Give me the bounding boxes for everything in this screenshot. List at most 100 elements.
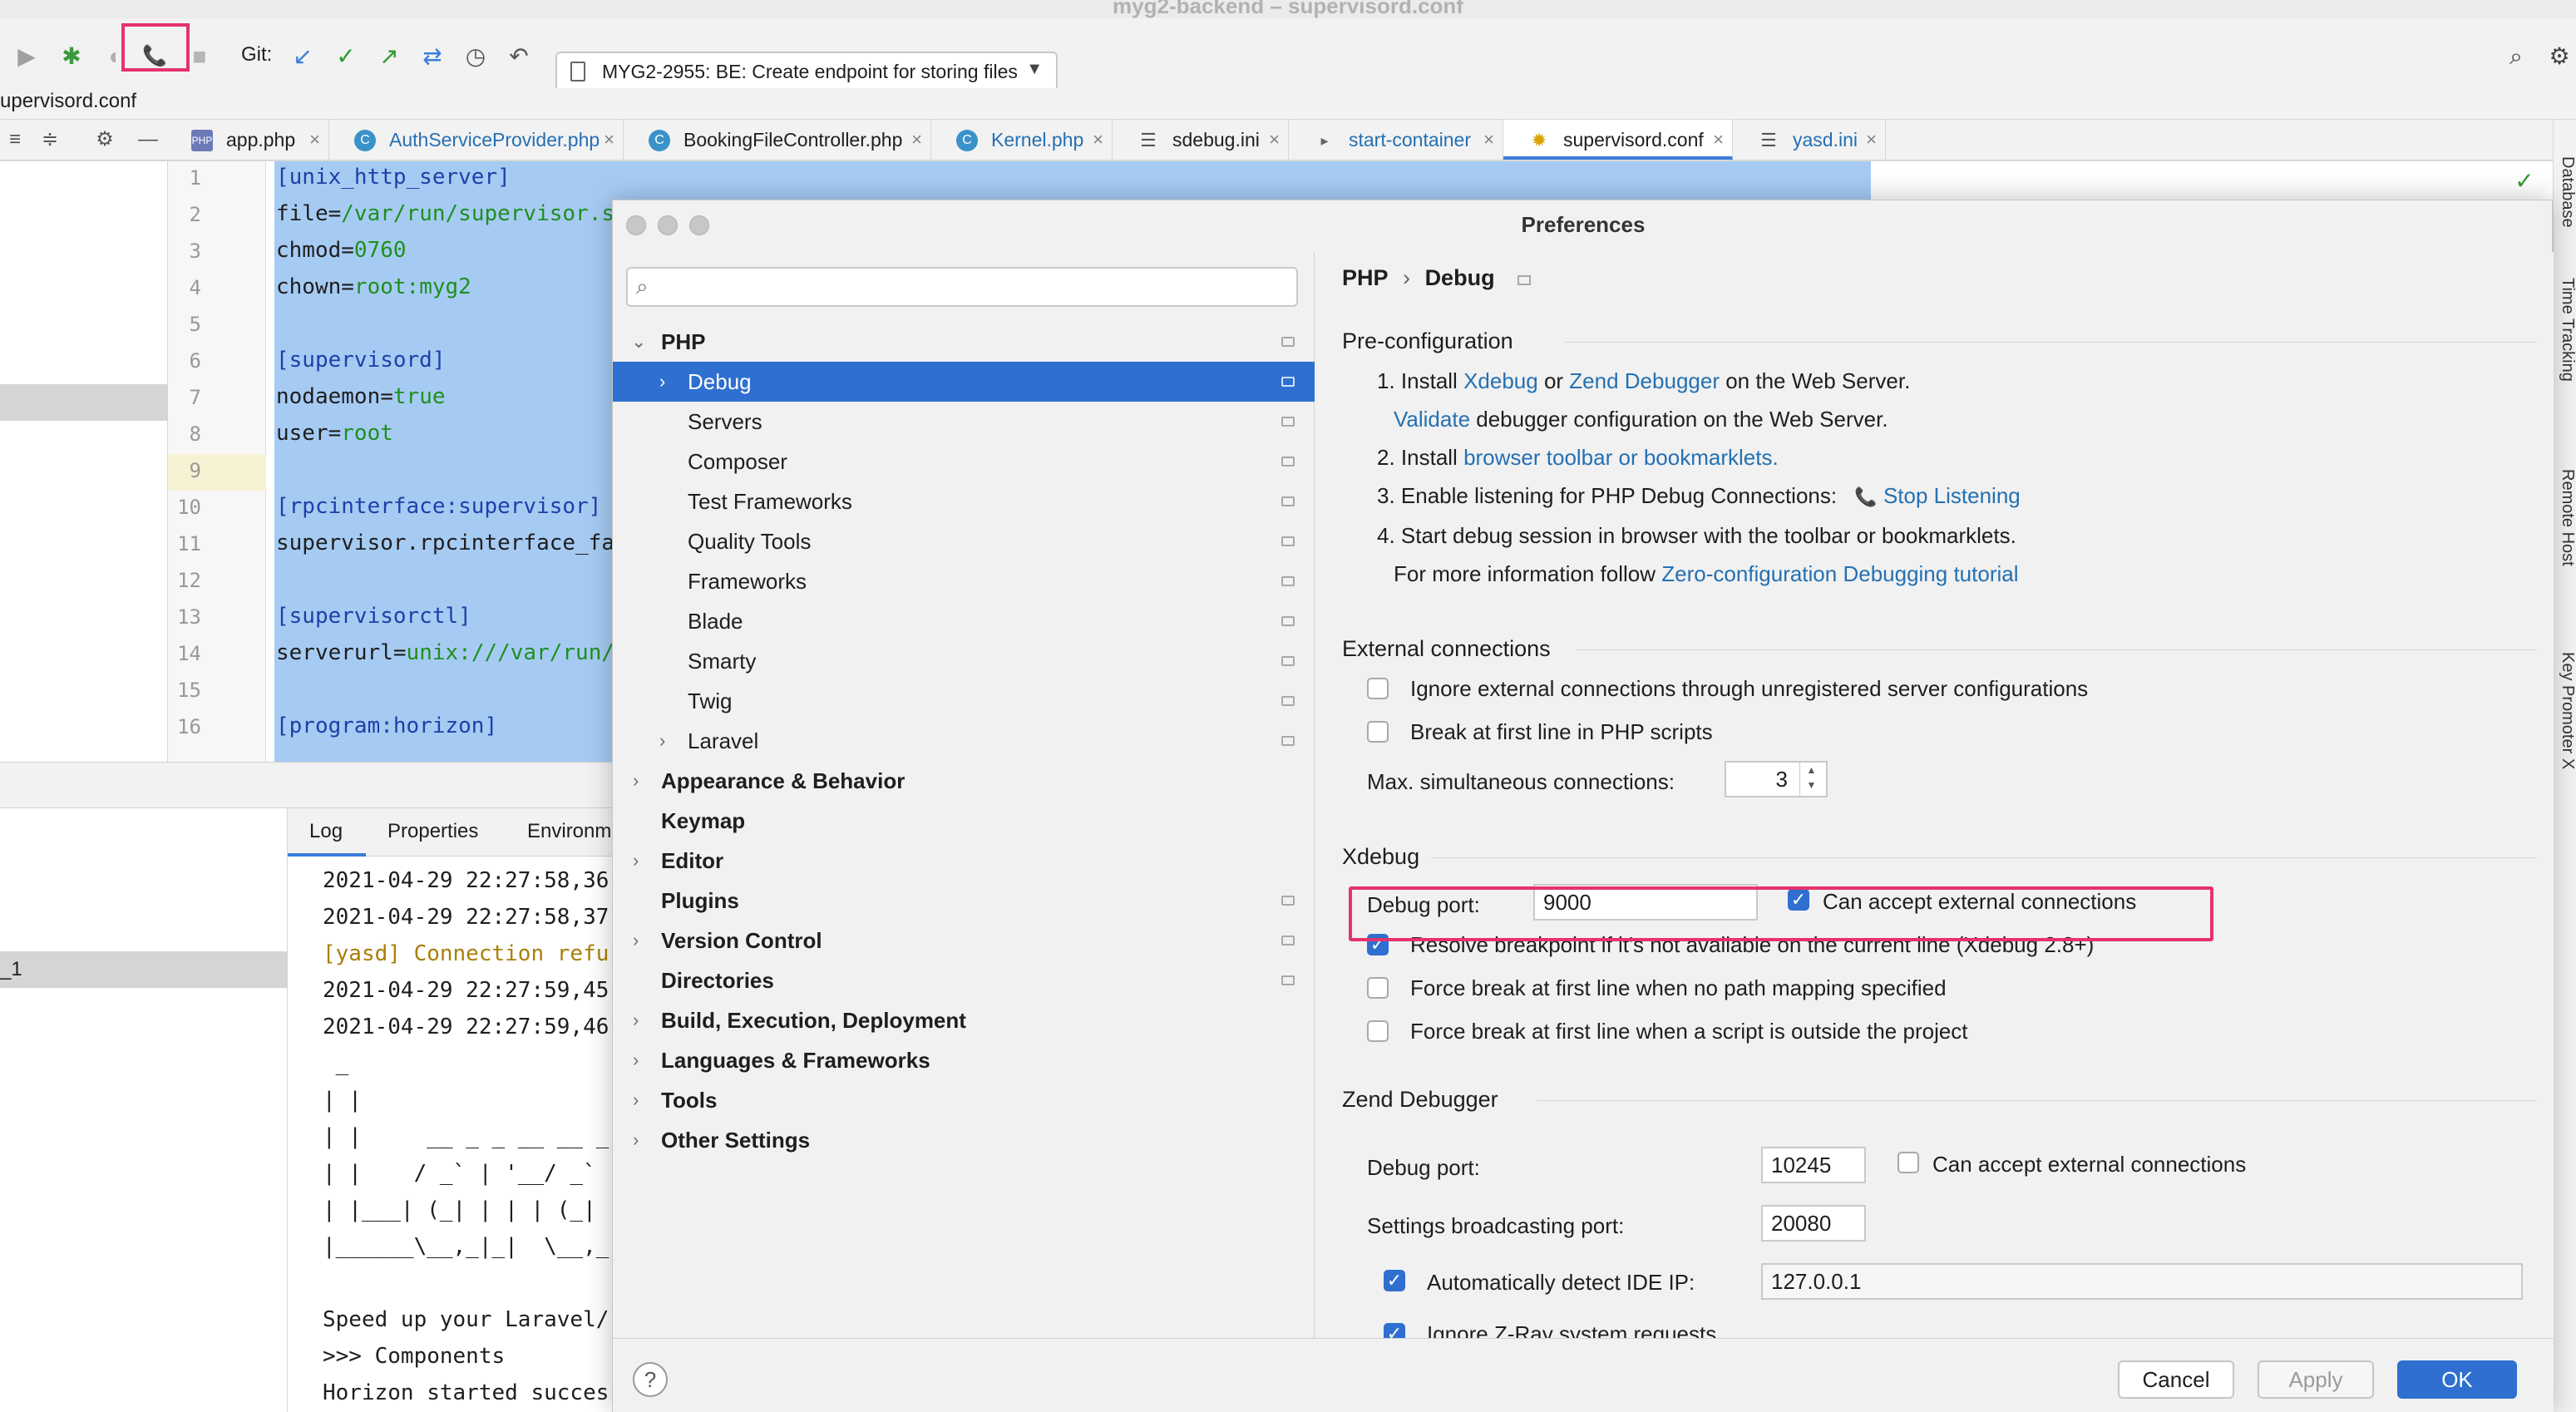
- zero-config-tutorial-link[interactable]: Zero-configuration Debugging tutorial: [1661, 561, 2018, 586]
- xdebug-link[interactable]: Xdebug: [1463, 368, 1538, 393]
- detect-ide-ip-checkbox[interactable]: ✓: [1384, 1270, 1405, 1291]
- close-icon[interactable]: ×: [911, 120, 922, 160]
- breadcrumb-file[interactable]: upervisord.conf: [0, 90, 136, 113]
- git-merge-icon[interactable]: ⇄: [417, 42, 447, 72]
- close-icon[interactable]: ×: [604, 120, 614, 160]
- broadcast-port-input[interactable]: 20080: [1761, 1205, 1866, 1242]
- debug-icon[interactable]: ✱: [57, 42, 86, 72]
- close-icon[interactable]: ×: [1093, 120, 1103, 160]
- ignore-external-checkbox[interactable]: [1367, 678, 1389, 699]
- run-icon[interactable]: ▶: [12, 42, 42, 72]
- rollback-icon[interactable]: ↶: [504, 42, 534, 72]
- tool-window-key-promoter[interactable]: Key Promoter X: [2554, 652, 2576, 769]
- project-selected-row[interactable]: [0, 384, 168, 421]
- tab-properties[interactable]: Properties: [387, 820, 478, 843]
- tab-start-container[interactable]: ▸ start-container ×: [1289, 120, 1503, 160]
- tree-item-smarty[interactable]: Smarty: [613, 641, 1315, 681]
- tree-item-plugins[interactable]: Plugins: [613, 881, 1315, 921]
- tree-item-other-settings[interactable]: › Other Settings: [613, 1120, 1315, 1160]
- code-line: chmod=0760: [276, 238, 407, 263]
- expand-all-icon[interactable]: ≡: [0, 125, 30, 155]
- tab-environment[interactable]: Environm: [527, 820, 611, 843]
- project-level-icon: [1281, 337, 1295, 347]
- tree-item-blade[interactable]: Blade: [613, 601, 1315, 641]
- history-icon[interactable]: ◷: [461, 42, 491, 72]
- cancel-button[interactable]: Cancel: [2118, 1360, 2234, 1399]
- tab-sdebug-ini[interactable]: ☰ sdebug.ini ×: [1113, 120, 1289, 160]
- validate-link[interactable]: Validate: [1394, 407, 1470, 432]
- ide-ip-input[interactable]: 127.0.0.1: [1761, 1263, 2523, 1300]
- log-line: >>> Components: [323, 1344, 506, 1369]
- close-icon[interactable]: ×: [1713, 120, 1724, 160]
- tree-item-frameworks[interactable]: Frameworks: [613, 561, 1315, 601]
- log-line-warning: [yasd] Connection refu: [323, 941, 609, 966]
- line-number: 9: [189, 459, 201, 482]
- chevron-down-icon: ⌄: [631, 331, 647, 352]
- zend-accept-external-checkbox[interactable]: [1897, 1152, 1919, 1173]
- tab-kernel[interactable]: C Kernel.php ×: [931, 120, 1113, 160]
- tree-item-languages[interactable]: › Languages & Frameworks: [613, 1040, 1315, 1080]
- settings-search-input[interactable]: ⌕: [626, 267, 1298, 307]
- tab-bookingfilecontroller[interactable]: C BookingFileController.php ×: [624, 120, 931, 160]
- tree-item-directories[interactable]: Directories: [613, 960, 1315, 1000]
- tree-item-tools[interactable]: › Tools: [613, 1080, 1315, 1120]
- close-icon[interactable]: ×: [309, 120, 320, 160]
- stop-listening-link[interactable]: Stop Listening: [1883, 483, 2021, 508]
- tree-item-version-control[interactable]: › Version Control: [613, 921, 1315, 960]
- close-icon[interactable]: ×: [1483, 120, 1494, 160]
- log-line: 2021-04-29 22:27:59,46: [323, 1015, 609, 1039]
- tree-item-twig[interactable]: Twig: [613, 681, 1315, 721]
- tab-log[interactable]: Log: [309, 820, 343, 843]
- tree-item-laravel[interactable]: › Laravel: [613, 721, 1315, 761]
- line-number: 12: [177, 569, 201, 592]
- inspection-ok-icon[interactable]: ✓: [2508, 165, 2541, 198]
- preconfig-step-2: 2. Install browser toolbar or bookmarkle…: [1377, 445, 1779, 470]
- tool-window-database[interactable]: Database: [2554, 156, 2576, 228]
- ok-button[interactable]: OK: [2397, 1360, 2517, 1399]
- tree-item-keymap[interactable]: Keymap: [613, 801, 1315, 841]
- tree-item-build[interactable]: › Build, Execution, Deployment: [613, 1000, 1315, 1040]
- chevron-right-icon: ›: [633, 1129, 639, 1150]
- tree-item-debug[interactable]: › Debug: [613, 362, 1315, 402]
- tree-item-appearance[interactable]: › Appearance & Behavior: [613, 761, 1315, 801]
- tree-item-label: Twig: [688, 689, 733, 713]
- close-icon[interactable]: ×: [1866, 120, 1877, 160]
- tree-item-test-frameworks[interactable]: Test Frameworks: [613, 481, 1315, 521]
- force-break-outside-checkbox[interactable]: [1367, 1020, 1389, 1042]
- tab-supervisord-conf[interactable]: ✹ supervisord.conf ×: [1503, 120, 1733, 160]
- collapse-all-icon[interactable]: ≑: [35, 125, 65, 155]
- tab-app-php[interactable]: PHP app.php ×: [166, 120, 329, 160]
- apply-button[interactable]: Apply: [2258, 1360, 2374, 1399]
- close-icon[interactable]: ×: [1269, 120, 1280, 160]
- spinner-arrows-icon[interactable]: ▲ ▼: [1799, 763, 1823, 796]
- tree-item-editor[interactable]: › Editor: [613, 841, 1315, 881]
- gear-icon[interactable]: ⚙: [2544, 42, 2574, 72]
- force-break-no-path-checkbox[interactable]: [1367, 977, 1389, 999]
- project-level-icon: [1281, 377, 1295, 387]
- max-connections-value: 3: [1775, 767, 1788, 792]
- browser-toolbar-link[interactable]: browser toolbar or bookmarklets.: [1463, 445, 1779, 470]
- tree-item-servers[interactable]: Servers: [613, 402, 1315, 442]
- zend-debugger-link[interactable]: Zend Debugger: [1569, 368, 1720, 393]
- settings-search-field[interactable]: [664, 272, 1288, 302]
- help-button[interactable]: ?: [633, 1362, 668, 1397]
- git-commit-icon[interactable]: ✓: [331, 42, 361, 72]
- tree-item-composer[interactable]: Composer: [613, 442, 1315, 481]
- tree-item-quality-tools[interactable]: Quality Tools: [613, 521, 1315, 561]
- tab-yasd-ini[interactable]: ☰ yasd.ini ×: [1733, 120, 1886, 160]
- branch-selector[interactable]: MYG2-2955: BE: Create endpoint for stori…: [555, 52, 1058, 93]
- gear-icon[interactable]: ⚙: [90, 125, 120, 155]
- break-first-line-checkbox[interactable]: [1367, 721, 1389, 743]
- minimize-icon[interactable]: —: [133, 125, 163, 155]
- git-update-icon[interactable]: ↙: [288, 42, 318, 72]
- search-icon[interactable]: ⌕: [2501, 42, 2531, 72]
- tool-window-time-tracking[interactable]: Time Tracking: [2554, 278, 2576, 382]
- ignore-zray-checkbox[interactable]: ✓: [1384, 1323, 1405, 1338]
- zend-port-input[interactable]: 10245: [1761, 1147, 1866, 1183]
- services-selected-row[interactable]: _1: [0, 951, 288, 988]
- git-push-icon[interactable]: ↗: [374, 42, 404, 72]
- tab-authserviceprovider[interactable]: C AuthServiceProvider.php ×: [329, 120, 624, 160]
- tree-item-php[interactable]: ⌄ PHP: [613, 322, 1315, 362]
- max-connections-spinner[interactable]: 3 ▲ ▼: [1725, 761, 1828, 797]
- tool-window-remote-host[interactable]: Remote Host: [2554, 469, 2576, 566]
